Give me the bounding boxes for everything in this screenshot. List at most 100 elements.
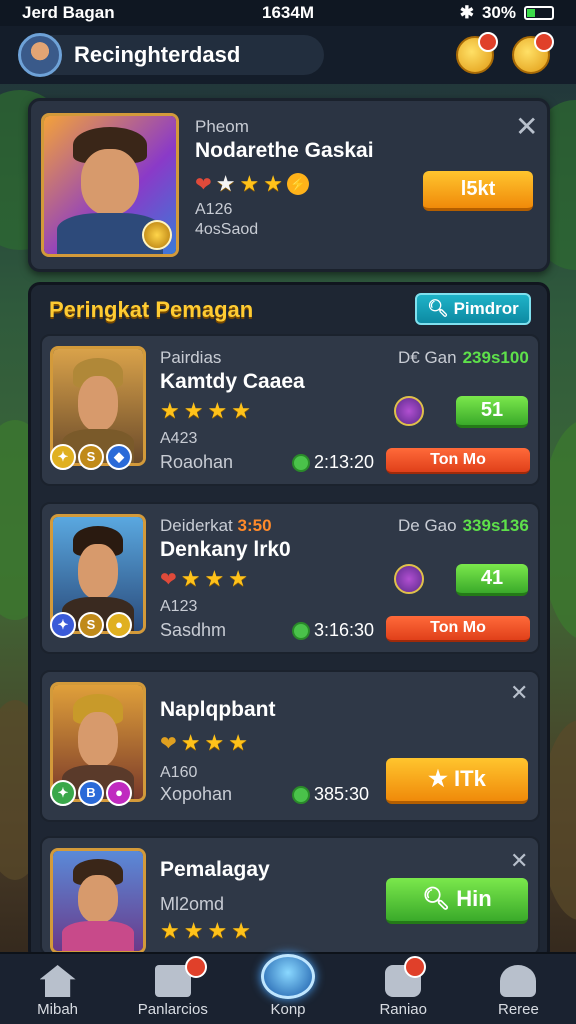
- entry-action-button[interactable]: Ton Mo: [386, 448, 530, 474]
- timer-value: 3:16:30: [314, 620, 375, 640]
- top-header: Recinghterdasd: [0, 26, 576, 84]
- heart-icon: ❤: [195, 173, 212, 196]
- clock-icon: [292, 453, 310, 472]
- bottom-nav: Mibah Panlarcios Konp Raniao Reree: [0, 952, 576, 1024]
- close-icon[interactable]: ✕: [515, 113, 538, 141]
- nav-label: Raniao: [379, 1001, 427, 1018]
- list-item[interactable]: Pemalagay Ml2omd ★ ★ ★ ★ ✕ 🔍︎ Hin: [40, 836, 540, 956]
- nav-crystal[interactable]: Konp: [230, 954, 345, 1024]
- entry-timer: 3:16:30: [292, 620, 374, 641]
- list-item[interactable]: ✦ B ● Naplqpbant ❤ ★ ★ ★ A160 Xopohan ✕ 385…: [40, 670, 540, 822]
- entry-action-button[interactable]: 🔍︎ Hin: [386, 878, 528, 924]
- star-icon: ★: [183, 918, 204, 943]
- skill-icon: ✦: [50, 780, 76, 806]
- panel-title: Peringkat Pemagan: [49, 297, 254, 322]
- carrier-label: Jerd Bagan: [22, 3, 115, 22]
- action-label: ITk: [454, 766, 486, 791]
- list-item[interactable]: ✦ S ● Deiderkat 3:50 Denkany lrk0 ❤ ★ ★ ★ A…: [40, 502, 540, 654]
- entry-action-button[interactable]: ★ ITk: [386, 758, 528, 804]
- hero-id: A126: [195, 201, 233, 218]
- entry-subtitle-text: Deiderkat: [160, 516, 233, 535]
- skill-icon: ●: [106, 780, 132, 806]
- score-value: 339s136: [462, 516, 529, 535]
- nav-home[interactable]: Mibah: [0, 954, 115, 1024]
- player-profile[interactable]: Recinghterdasd: [18, 33, 324, 77]
- home-icon: [39, 965, 76, 997]
- bluetooth-icon: ✱: [459, 3, 474, 22]
- notification-badge: [403, 956, 426, 978]
- star-icon: ★: [263, 171, 283, 196]
- nav-cards[interactable]: Panlarcios: [115, 954, 230, 1024]
- hero-portrait[interactable]: [41, 113, 179, 257]
- entry-name: Kamtdy Caaea: [160, 370, 305, 393]
- star-icon: ★: [228, 730, 248, 755]
- entry-location: Xopohan: [160, 784, 233, 804]
- featured-hero-card: Pheom Nodarethe Gaskai ❤ ★ ★ ★ ⚡ A126 4o…: [28, 98, 550, 272]
- hero-action-button[interactable]: l5kt: [423, 171, 533, 211]
- entry-rating: ★ ★ ★ ★: [160, 918, 251, 944]
- gold-heart-icon: ❤: [160, 732, 177, 755]
- star-icon: ★: [231, 398, 251, 423]
- clock-label: 1634M: [262, 3, 314, 22]
- sword-icon: [394, 396, 424, 426]
- star-icon: ★: [183, 398, 204, 423]
- score-label: De Gao: [398, 516, 457, 535]
- entry-subtitle: Pairdias: [160, 348, 222, 367]
- star-icon: ★: [204, 730, 225, 755]
- skill-icon: ●: [106, 612, 132, 638]
- entry-id: A423: [160, 430, 198, 447]
- star-icon: ★: [207, 918, 228, 943]
- gold-coin-button[interactable]: [456, 32, 498, 74]
- star-icon: ★: [160, 918, 180, 943]
- entry-subtitle: Ml2omd: [160, 894, 225, 914]
- star-icon: ★: [207, 398, 228, 423]
- star-icon: ★: [180, 730, 201, 755]
- avatar[interactable]: [18, 33, 62, 77]
- entry-score: D€ Gan 239s100: [398, 348, 529, 368]
- panel-search-button[interactable]: 🔍︎ Pimdror: [415, 293, 531, 325]
- search-icon: 🔍︎: [422, 886, 457, 911]
- heart-icon: ❤: [160, 568, 177, 591]
- entry-rating: ★ ★ ★ ★: [160, 398, 251, 424]
- bolt-coin-icon: ⚡: [286, 173, 309, 195]
- close-icon[interactable]: ✕: [510, 850, 528, 872]
- skill-icon: S: [78, 612, 104, 638]
- nav-profile[interactable]: Reree: [461, 954, 576, 1024]
- hero-subtitle: Pheom: [195, 117, 249, 136]
- entry-timer: 385:30: [292, 784, 369, 805]
- score-label: D€ Gan: [398, 348, 457, 367]
- entry-name: Denkany lrk0: [160, 538, 291, 561]
- bonus-coin-button[interactable]: [512, 32, 554, 74]
- star-icon: ★: [428, 766, 455, 791]
- nav-label: Mibah: [37, 1001, 79, 1018]
- clock-icon: [292, 621, 310, 640]
- hero-portrait[interactable]: [50, 848, 146, 954]
- battery-icon: [524, 6, 554, 20]
- entry-timer: 2:13:20: [292, 452, 374, 473]
- level-badge[interactable]: 51: [456, 396, 528, 428]
- skill-icons: ✦ S ◆: [50, 444, 132, 470]
- skill-icon: ✦: [50, 612, 76, 638]
- list-item[interactable]: ✦ S ◆ Pairdias Kamtdy Caaea ★ ★ ★ ★ A423 Ro…: [40, 334, 540, 486]
- timer-value: 2:13:20: [314, 452, 375, 472]
- clock-icon: [292, 785, 310, 804]
- entry-action-button[interactable]: Ton Mo: [386, 616, 530, 642]
- entry-subtitle: Deiderkat 3:50: [160, 516, 272, 536]
- skill-icons: ✦ B ●: [50, 780, 132, 806]
- score-value: 239s100: [462, 348, 529, 367]
- level-badge[interactable]: 41: [456, 564, 528, 596]
- star-icon: ★: [180, 566, 201, 591]
- nav-camera[interactable]: Raniao: [346, 954, 461, 1024]
- panel-button-label: Pimdror: [453, 299, 519, 318]
- nav-label: Konp: [270, 1001, 306, 1018]
- hero-name: Nodarethe Gaskai: [195, 139, 374, 162]
- notification-badge: [534, 32, 554, 52]
- entry-location: Roaohan: [160, 452, 234, 472]
- entry-name: Pemalagay: [160, 858, 270, 881]
- entry-location: Sasdhm: [160, 620, 227, 640]
- nav-label: Panlarcios: [137, 1001, 208, 1018]
- entry-name: Naplqpbant: [160, 698, 276, 721]
- close-icon[interactable]: ✕: [510, 682, 528, 704]
- notification-badge: [185, 956, 208, 978]
- entry-rating: ❤ ★ ★ ★: [160, 566, 248, 592]
